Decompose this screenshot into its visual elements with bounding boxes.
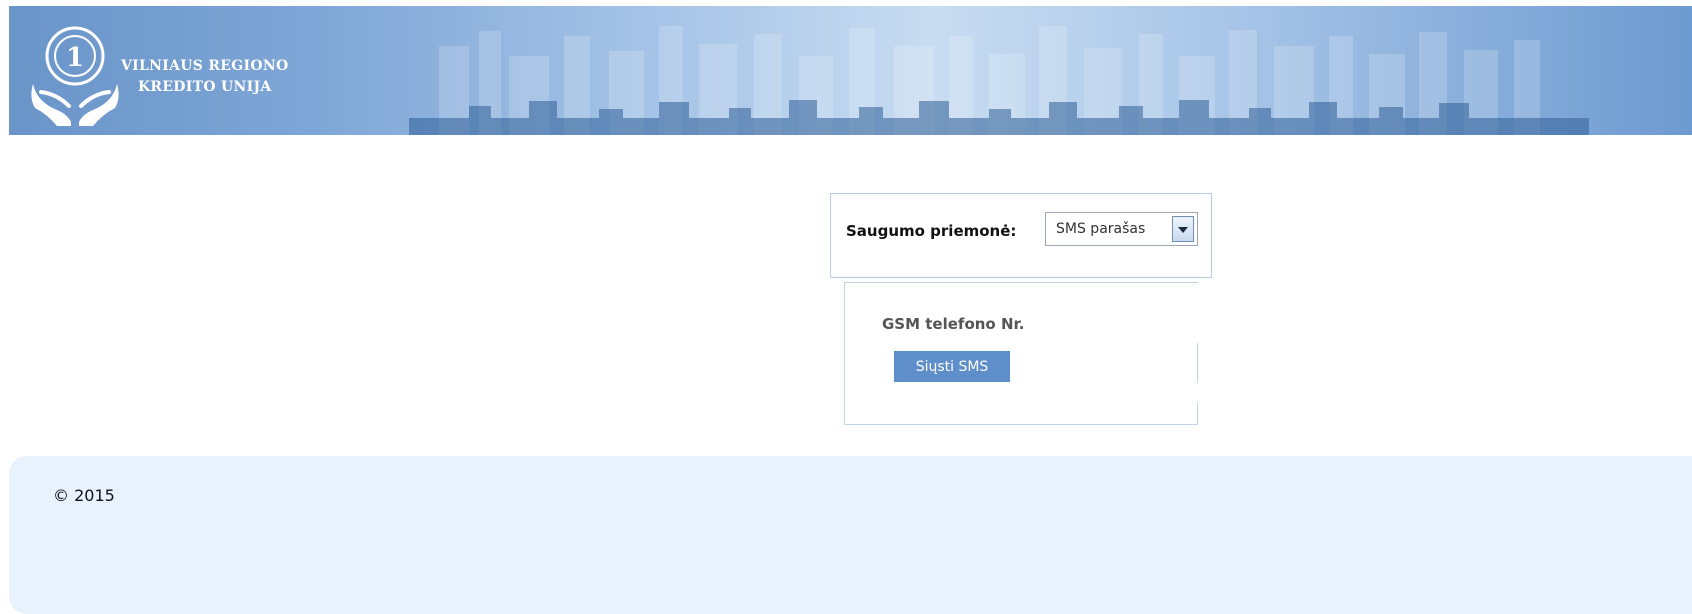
footer: © 2015 bbox=[9, 456, 1692, 614]
brand-line-2: KREDITO UNIJA bbox=[137, 79, 272, 95]
svg-text:1: 1 bbox=[66, 43, 84, 73]
gsm-phone-label: GSM telefono Nr. bbox=[882, 315, 1025, 333]
panel-border-gap-2 bbox=[1196, 383, 1198, 403]
chevron-down-icon bbox=[1178, 227, 1188, 233]
brand-line-1: VILNIAUS REGIONO bbox=[121, 58, 289, 74]
security-method-select[interactable]: SMS parašas bbox=[1045, 212, 1198, 246]
hands-holding-coin-icon: 1 bbox=[31, 26, 119, 126]
copyright-text: © 2015 bbox=[53, 486, 115, 505]
security-method-box: Saugumo priemonė: SMS parašas bbox=[830, 193, 1212, 278]
brand-name: VILNIAUS REGIONO KREDITO UNIJA bbox=[121, 56, 288, 98]
panel-border-gap bbox=[1196, 283, 1198, 343]
sms-panel: GSM telefono Nr. Siųsti SMS bbox=[844, 282, 1198, 425]
security-method-value: SMS parašas bbox=[1056, 221, 1146, 237]
send-sms-button[interactable]: Siųsti SMS bbox=[894, 351, 1010, 382]
dropdown-button[interactable] bbox=[1172, 216, 1194, 242]
header-banner: 1 VILNIAUS REGIONO KREDITO UNIJA bbox=[9, 6, 1692, 135]
security-method-label: Saugumo priemonė: bbox=[846, 222, 1017, 240]
